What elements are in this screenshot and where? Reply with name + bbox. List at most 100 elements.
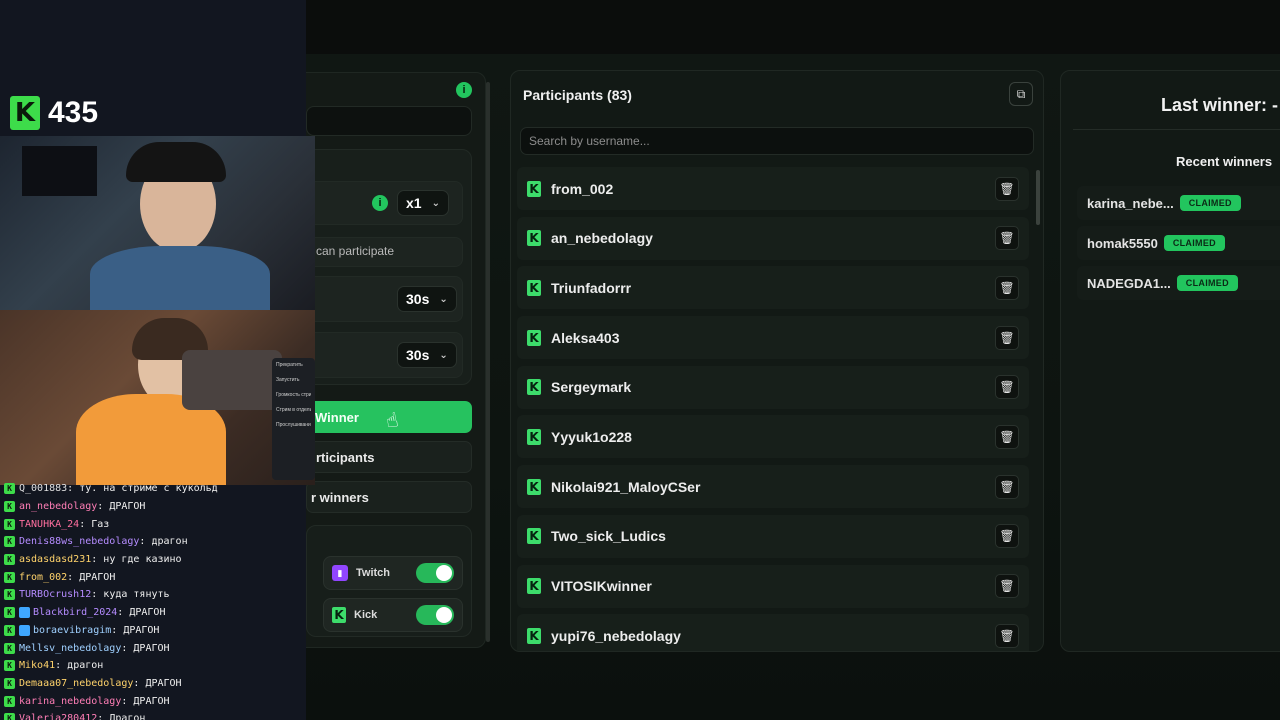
trash-icon[interactable]: 🗑 — [995, 574, 1019, 598]
info-icon[interactable]: i — [456, 82, 472, 98]
trash-icon[interactable]: 🗑 — [995, 176, 1019, 201]
trash-icon[interactable]: 🗑 — [995, 275, 1019, 300]
recent-winner-row: NADEGDA1... CLAIMED — [1077, 266, 1280, 300]
timer-value-1: 30s — [406, 291, 430, 307]
kick-icon: K — [527, 329, 541, 346]
kick-icon: K — [527, 578, 541, 594]
participants-scrollbar[interactable] — [1036, 160, 1042, 650]
recent-winner-row: homak5550 CLAIMED — [1077, 226, 1280, 260]
winner-name: homak5550 — [1087, 235, 1158, 251]
chat-separator: : — [97, 501, 110, 513]
kick-badge-icon: K — [4, 518, 15, 530]
platform-kick: K Kick — [323, 598, 463, 632]
context-menu-item[interactable]: Стрим в отдельном — [276, 407, 311, 413]
chat-separator: : — [121, 695, 134, 707]
participant-row: Kfrom_002 🗑 — [517, 167, 1029, 210]
chat-username: Blackbird_2024 — [33, 607, 118, 619]
chat-separator: : — [121, 642, 134, 654]
chat-username: Q_001883 — [19, 483, 68, 495]
chat-message: Kboraevibragim: ДРАГОН — [4, 622, 306, 640]
chat-message: K Demaaa07_nebedolagy: ДРАГОН — [4, 675, 306, 693]
trash-icon[interactable]: 🗑 — [995, 474, 1019, 499]
kick-icon: K — [527, 379, 541, 396]
participant-name: yupi76_nebedolagy — [551, 627, 681, 644]
chat-separator: : — [67, 571, 80, 583]
chat-separator: : — [67, 483, 80, 495]
chat-separator: : — [97, 713, 110, 720]
trash-icon[interactable]: 🗑 — [995, 623, 1019, 648]
select-winner-label: Winner — [315, 409, 359, 425]
twitch-toggle[interactable] — [416, 563, 454, 583]
kick-badge-icon: K — [4, 483, 15, 495]
trash-icon[interactable]: 🗑 — [995, 524, 1019, 549]
trash-icon[interactable]: 🗑 — [995, 375, 1019, 400]
claimed-badge: CLAIMED — [1176, 275, 1238, 291]
chat-message: K Denis88ws_nebedolagy: драгон — [4, 533, 306, 551]
context-menu-item[interactable]: Громкость стрима — [276, 392, 311, 398]
participant-row: K VITOSIKwinner 🗑 — [517, 564, 1029, 608]
chat-text: ДРАГОН — [133, 642, 170, 654]
kick-badge-icon: K — [4, 713, 15, 720]
participant-name: an_nebedolagy — [551, 230, 653, 247]
divider — [1073, 129, 1280, 130]
chat-separator: : — [91, 554, 104, 566]
chat-username: TANUHKA_24 — [19, 518, 80, 530]
kick-badge-icon: K — [4, 660, 15, 672]
chat-username: asdasdasd231 — [19, 554, 92, 566]
winner-name: karina_nebe... — [1087, 195, 1174, 211]
kick-icon: K — [527, 428, 541, 445]
kick-icon: K — [527, 478, 541, 495]
chat-feed: K Q_001883: ту. на стриме с кукольд Kan_ne… — [4, 480, 306, 720]
winner-panel: Last winner: - Recent winners karina_neb… — [1060, 70, 1280, 652]
subscriber-badge-icon — [19, 624, 30, 636]
context-menu-item[interactable]: Запустить — [276, 377, 311, 383]
participant-name: Yyyuk1o228 — [551, 428, 632, 445]
chat-message: K Miko41: драгон — [4, 657, 306, 675]
clear-participants-button[interactable]: rticipants — [306, 441, 472, 473]
chat-username: boraevibragim — [33, 624, 112, 636]
player-context-menu[interactable]: Прекратить Запустить Громкость стрима Стрим… — [272, 358, 315, 480]
chat-text: драгон — [67, 660, 104, 672]
claimed-badge: CLAIMED — [1163, 235, 1225, 251]
kick-badge-icon: K — [4, 677, 15, 689]
claimed-badge: CLAIMED — [1179, 195, 1241, 211]
subscriber-badge-icon — [19, 607, 30, 619]
chat-text: ДРАГОН — [123, 624, 160, 636]
kick-badge-icon: K — [4, 501, 15, 513]
chat-text: ДРАГОН — [133, 695, 170, 707]
context-menu-item[interactable]: Прослушивание — [276, 422, 311, 428]
chat-message: K TURBOcrush12: куда тянуть — [4, 586, 306, 604]
settings-scrollbar[interactable] — [486, 72, 491, 648]
platform-twitch: ▮ Twitch — [323, 556, 463, 590]
multiplier-select[interactable]: x1 ⌄ — [397, 190, 449, 216]
timer-select-1[interactable]: 30s ⌄ — [397, 286, 457, 312]
kick-badge-icon: K — [4, 695, 15, 707]
trash-icon[interactable]: 🗑 — [995, 424, 1019, 449]
clear-winners-button[interactable]: r winners — [306, 481, 472, 513]
participant-row: K Sergeymark 🗑 — [517, 365, 1029, 409]
participant-name: from_002 — [551, 180, 614, 197]
last-winner-title: Last winner: - — [1161, 95, 1279, 115]
context-menu-item[interactable]: Прекратить — [276, 362, 311, 368]
chat-message: Kasdasdasd231: ну где казино — [4, 551, 306, 569]
recent-winners-title: Recent winners — [1176, 154, 1273, 169]
screen: i i x1 ⌄ can participate 30s ⌄ 30s ⌄ Win… — [0, 0, 1280, 720]
multiplier-value: x1 — [406, 195, 422, 211]
timer-select-2[interactable]: 30s ⌄ — [397, 342, 457, 368]
trash-icon[interactable]: 🗑 — [995, 226, 1019, 251]
chat-separator: : — [91, 589, 104, 601]
clear-participants-label: rticipants — [316, 449, 375, 465]
participant-row: K Nikolai921_MaloyCSer 🗑 — [517, 465, 1029, 509]
copy-icon[interactable]: ⧉ — [1009, 82, 1033, 106]
kick-toggle[interactable] — [416, 605, 454, 625]
chat-separator: : — [139, 536, 152, 548]
chat-text: Газ — [91, 518, 110, 530]
kick-badge-icon: K — [4, 589, 15, 601]
multiplier-info-icon[interactable]: i — [372, 195, 388, 211]
kick-badge-icon: K — [4, 642, 15, 654]
trash-icon[interactable]: 🗑 — [995, 325, 1019, 350]
participant-name: Nikolai921_MaloyCSer — [551, 478, 701, 495]
keyword-input[interactable] — [306, 106, 472, 136]
chat-separator: : — [117, 607, 130, 619]
participant-search-input[interactable] — [520, 127, 1034, 155]
